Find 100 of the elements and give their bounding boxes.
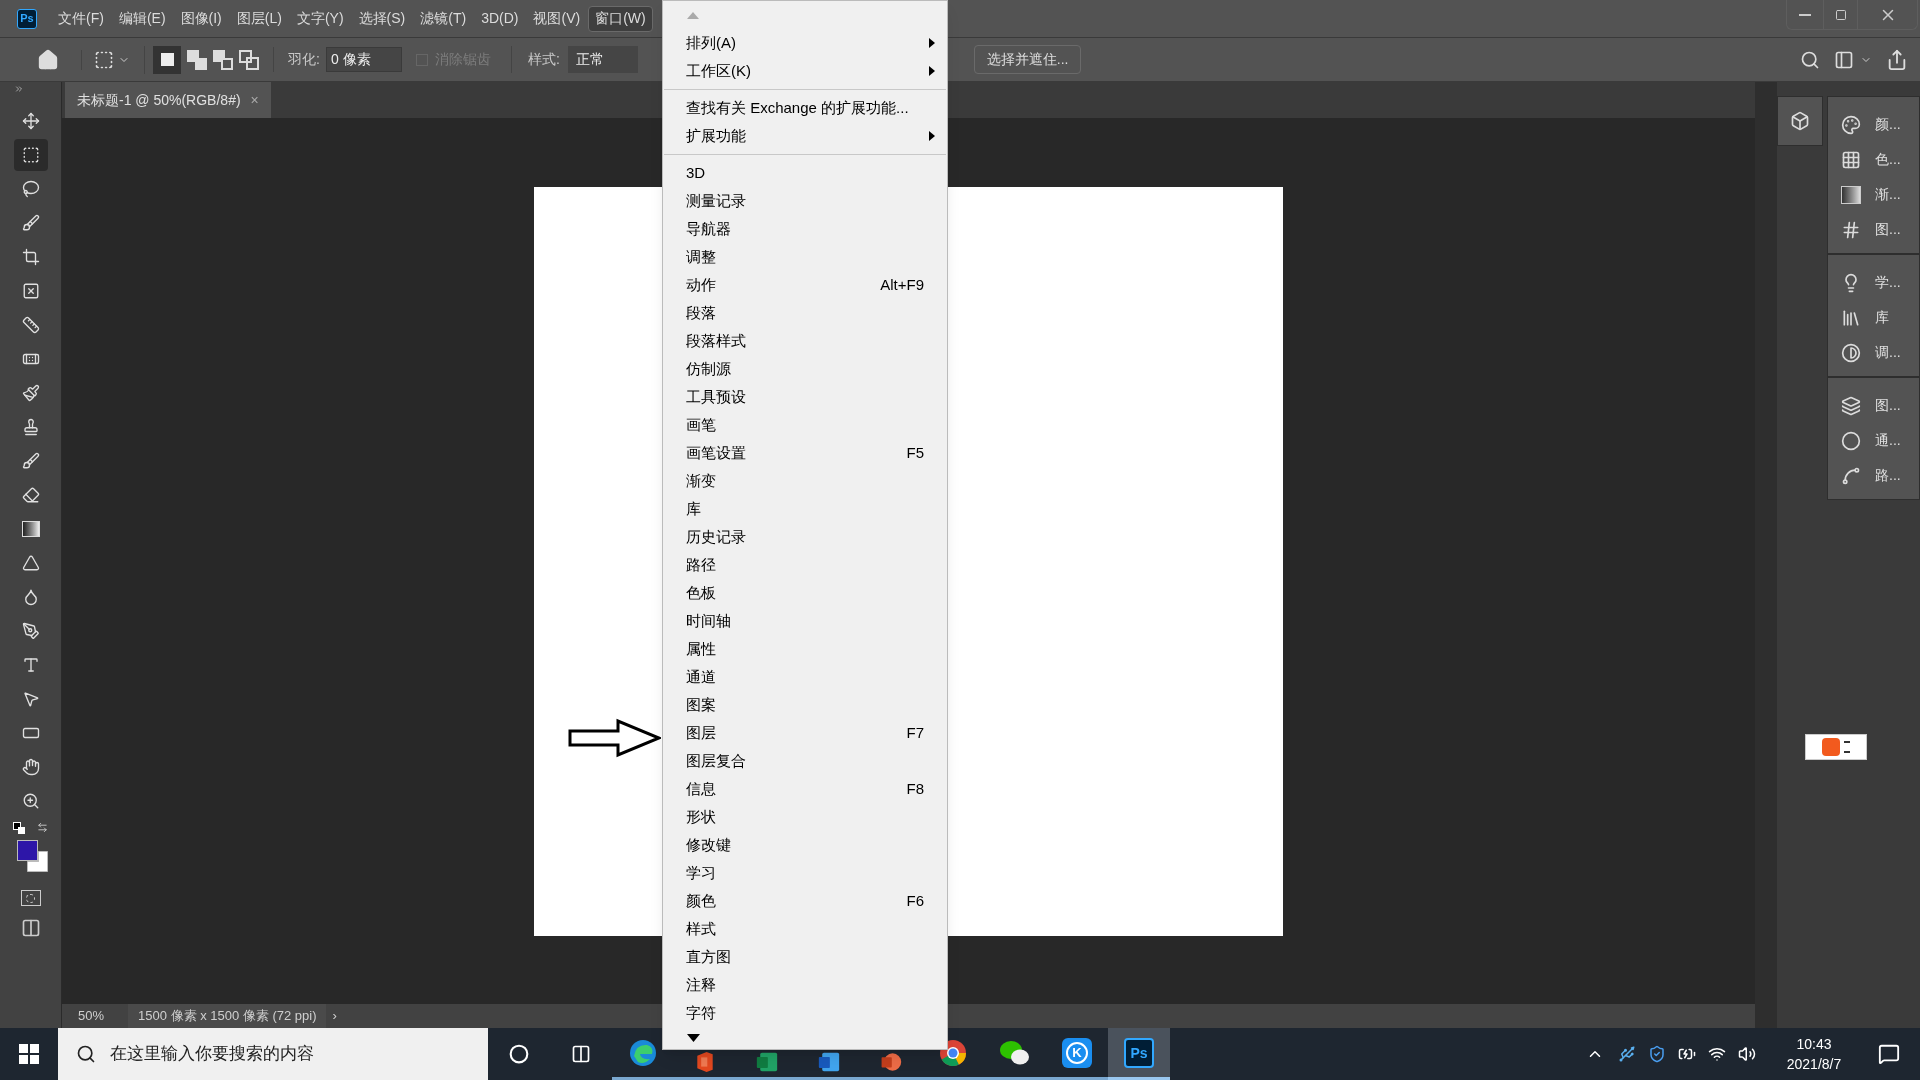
triangle-icon — [21, 554, 40, 572]
style-dropdown[interactable]: 正常 — [567, 46, 638, 73]
menu-item[interactable]: 字符 — [663, 999, 947, 1027]
menu-item[interactable]: 时间轴 — [663, 607, 947, 635]
search-icon[interactable] — [1800, 49, 1820, 70]
type-icon — [21, 656, 40, 674]
menu-item[interactable]: 工作区(K) — [663, 57, 947, 85]
menu-item[interactable]: 工具预设 — [663, 383, 947, 411]
menu-item[interactable]: 形状 — [663, 803, 947, 831]
frame-icon — [21, 282, 40, 300]
add-selection-icon[interactable] — [187, 49, 207, 70]
menu-item[interactable]: 编辑(E) — [111, 5, 173, 32]
menu-item[interactable]: 导航器 — [663, 215, 947, 243]
panel-button[interactable]: 图... — [1828, 212, 1919, 247]
menu-item[interactable]: 段落样式 — [663, 327, 947, 355]
select-and-mask-button[interactable]: 选择并遮住... — [973, 45, 1082, 74]
foreground-swatch[interactable] — [16, 840, 38, 861]
taskbar-search-field[interactable]: 在这里输入你要搜索的内容 — [58, 1028, 488, 1080]
swap-icon[interactable] — [37, 822, 48, 833]
menu-item[interactable]: 排列(A) — [663, 29, 947, 57]
wifi-icon[interactable] — [1708, 1045, 1726, 1063]
menu-item[interactable]: 视图(V) — [526, 5, 588, 32]
taskbar-app[interactable]: Ps — [1108, 1028, 1170, 1080]
screen-mode-icon[interactable] — [20, 918, 41, 938]
clock[interactable]: 10:43 2021/8/7 — [1772, 1034, 1856, 1074]
feather-field[interactable]: 0 像素 — [325, 47, 402, 72]
default-colors-icon[interactable] — [13, 822, 25, 834]
task-view-icon — [571, 1044, 591, 1064]
menu-item[interactable]: 画笔设置 F5 — [663, 439, 947, 467]
quick-mask-icon[interactable] — [20, 890, 41, 906]
marquee-icon[interactable] — [94, 49, 114, 70]
home-icon[interactable] — [37, 48, 59, 71]
menu-item[interactable]: 库 — [663, 495, 947, 523]
menu-item[interactable]: 直方图 — [663, 943, 947, 971]
menu-item[interactable]: 信息 F8 — [663, 775, 947, 803]
menu-item[interactable]: 通道 — [663, 663, 947, 691]
minimize-icon — [1799, 13, 1811, 16]
tool-button[interactable] — [13, 139, 48, 171]
menu-item[interactable]: 样式 — [663, 915, 947, 943]
scroll-down-icon[interactable] — [687, 1034, 700, 1042]
new-selection-button[interactable] — [153, 45, 181, 74]
shortcut-label: F7 — [906, 722, 924, 743]
search-icon — [76, 1044, 96, 1064]
menu-item[interactable]: 色板 — [663, 579, 947, 607]
menu-item[interactable]: 调整 — [663, 243, 947, 271]
menu-item[interactable]: 渐变 — [663, 467, 947, 495]
volume-icon[interactable] — [1738, 1045, 1756, 1063]
menu-item[interactable]: 选择(S) — [351, 5, 413, 32]
panel-button[interactable]: 通... — [1828, 423, 1919, 458]
menu-item[interactable]: 修改键 — [663, 831, 947, 859]
menu-item[interactable]: 学习 — [663, 859, 947, 887]
document-size: 1500 像素 x 1500 像素 (72 ppi) — [128, 1004, 327, 1028]
hand-icon — [21, 758, 40, 776]
menu-item[interactable]: 历史记录 — [663, 523, 947, 551]
panel-button[interactable]: 色... — [1828, 142, 1919, 177]
menu-item[interactable]: 查找有关 Exchange 的扩展功能... — [663, 94, 947, 122]
brush-icon — [21, 452, 40, 470]
subtract-selection-icon[interactable] — [213, 49, 233, 70]
menu-item[interactable]: 图层 F7 — [663, 719, 947, 747]
menu-item[interactable]: 3D — [663, 159, 947, 187]
usb-icon[interactable] — [1618, 1045, 1636, 1063]
panel-button[interactable]: 颜... — [1828, 107, 1919, 142]
menu-item[interactable]: 图层(L) — [229, 5, 289, 32]
menu-item[interactable]: 图案 — [663, 691, 947, 719]
background-swatch[interactable] — [26, 851, 48, 872]
menu-item[interactable]: 仿制源 — [663, 355, 947, 383]
notifications-icon[interactable] — [1878, 1043, 1900, 1065]
panel-button[interactable]: 库 — [1828, 300, 1919, 335]
panel-button[interactable]: 图... — [1828, 388, 1919, 423]
menu-item[interactable]: 扩展功能 — [663, 122, 947, 150]
menu-item[interactable]: 3D(D) — [474, 5, 526, 32]
ime-icon[interactable] — [1805, 734, 1867, 760]
lasso-icon — [21, 180, 40, 198]
menu-item[interactable]: 动作 Alt+F9 — [663, 271, 947, 299]
panel-button[interactable]: 渐... — [1828, 177, 1919, 212]
menu-item[interactable]: 文件(F) — [51, 5, 111, 32]
status-more[interactable]: › — [332, 1006, 337, 1026]
panel-button[interactable]: 学... — [1828, 265, 1919, 300]
menu-item[interactable]: 滤镜(T) — [413, 5, 474, 32]
panel-button[interactable]: 调... — [1828, 335, 1919, 370]
menu-item[interactable]: 画笔 — [663, 411, 947, 439]
intersect-selection-icon[interactable] — [239, 49, 259, 70]
menu-item[interactable]: 路径 — [663, 551, 947, 579]
cube-icon[interactable] — [1790, 111, 1810, 131]
panel-button[interactable]: 路... — [1828, 458, 1919, 493]
menu-item[interactable]: 窗口(W) — [588, 5, 653, 32]
maximize-icon — [1834, 8, 1847, 21]
menu-item[interactable]: 颜色 F6 — [663, 887, 947, 915]
expand-icon[interactable] — [14, 84, 24, 94]
workspace-icon[interactable] — [1834, 49, 1854, 70]
menu-item[interactable]: 文字(Y) — [289, 5, 351, 32]
menu-item[interactable]: 属性 — [663, 635, 947, 663]
menu-item[interactable]: 段落 — [663, 299, 947, 327]
share-icon[interactable] — [1886, 48, 1908, 71]
menu-item[interactable]: 测量记录 — [663, 187, 947, 215]
menu-item[interactable]: 图层复合 — [663, 747, 947, 775]
shield-icon[interactable] — [1648, 1045, 1666, 1063]
menu-item[interactable]: 图像(I) — [173, 5, 229, 32]
document-tab[interactable]: 未标题-1 @ 50%(RGB/8#) × — [65, 82, 271, 118]
menu-item[interactable]: 注释 — [663, 971, 947, 999]
